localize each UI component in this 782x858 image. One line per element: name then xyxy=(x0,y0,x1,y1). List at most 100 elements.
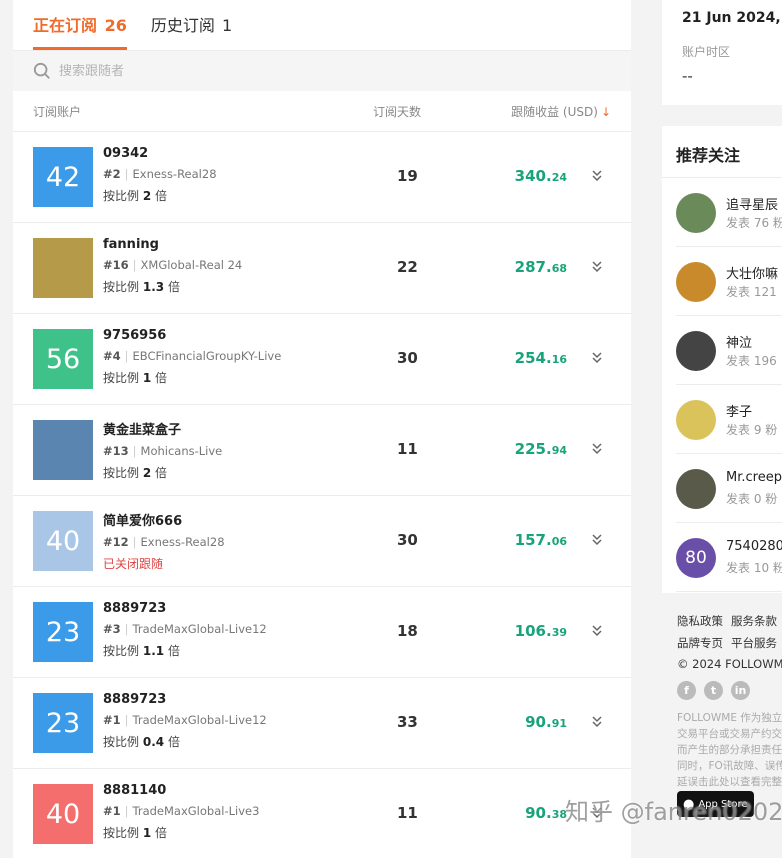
subscription-days: 22 xyxy=(397,258,418,276)
account-rank: #4 xyxy=(103,349,121,363)
twitter-icon[interactable]: t xyxy=(704,681,723,700)
services-link[interactable]: 平台服务 xyxy=(731,636,777,650)
search-input[interactable] xyxy=(59,63,359,79)
recommend-name[interactable]: 神泣 xyxy=(726,332,752,351)
avatar[interactable] xyxy=(676,193,716,233)
brand-link[interactable]: 品牌专页 xyxy=(677,636,723,650)
privacy-link[interactable]: 隐私政策 xyxy=(677,614,723,628)
ratio-value: 1 xyxy=(142,371,152,385)
server-name: Exness-Real28 xyxy=(132,167,217,181)
avatar[interactable] xyxy=(33,238,93,298)
account-name[interactable]: fanning xyxy=(103,237,242,252)
ratio-label: 按比例 xyxy=(103,189,140,203)
recommend-item[interactable]: 追寻星辰 发表 76 粉 xyxy=(676,178,782,247)
footer-links-row-2: 品牌专页 平台服务 xyxy=(677,635,782,651)
subscription-days: 19 xyxy=(397,167,418,185)
header-profit-sort[interactable]: 跟随收益 (USD) ↓ xyxy=(511,103,611,120)
table-row[interactable]: 40 8881140 #1 | TradeMaxGlobal-Live3 按比例 1… xyxy=(13,769,631,858)
avatar[interactable]: 56 xyxy=(33,329,93,389)
profit-integer: 157. xyxy=(514,531,552,549)
terms-link[interactable]: 服务条款 xyxy=(731,614,777,628)
recommend-item[interactable]: 80 7540280 发表 10 粉 xyxy=(676,523,782,592)
search-icon xyxy=(33,62,50,79)
avatar[interactable] xyxy=(676,400,716,440)
server-name: Exness-Real28 xyxy=(140,535,225,549)
avatar[interactable] xyxy=(676,469,716,509)
recommend-stats: 发表 10 粉 xyxy=(726,561,782,575)
account-name[interactable]: 黄金韭菜盒子 xyxy=(103,419,222,438)
divider: | xyxy=(124,804,129,818)
double-chevron-down-icon[interactable] xyxy=(591,350,603,364)
subscription-days: 11 xyxy=(397,440,418,458)
avatar[interactable]: 23 xyxy=(33,602,93,662)
facebook-icon[interactable]: f xyxy=(677,681,696,700)
table-row[interactable]: 40 简单爱你666 #12 | Exness-Real28 已关闭跟随 30 15… xyxy=(13,496,631,587)
table-row[interactable]: 23 8889723 #3 | TradeMaxGlobal-Live12 按比例 … xyxy=(13,587,631,678)
account-info: 8889723 #1 | TradeMaxGlobal-Live12 按比例 0.4… xyxy=(103,692,267,750)
avatar[interactable] xyxy=(33,420,93,480)
divider: | xyxy=(132,535,137,549)
header-profit-label: 跟随收益 (USD) xyxy=(511,104,598,119)
recommend-name[interactable]: 追寻星辰 xyxy=(726,194,778,213)
account-server: #12 | Exness-Real28 xyxy=(103,535,225,549)
double-chevron-down-icon[interactable] xyxy=(591,532,603,546)
account-name[interactable]: 简单爱你666 xyxy=(103,510,225,529)
recommend-name[interactable]: 李子 xyxy=(726,401,752,420)
table-row[interactable]: 42 09342 #2 | Exness-Real28 按比例 2 倍 19 340… xyxy=(13,132,631,223)
ratio-value: 1.3 xyxy=(142,280,165,294)
recommend-stats: 发表 0 粉 xyxy=(726,492,778,506)
account-info: 8889723 #3 | TradeMaxGlobal-Live12 按比例 1.1… xyxy=(103,601,267,659)
recommend-name[interactable]: 大壮你嘛 xyxy=(726,263,778,282)
account-name[interactable]: 8889723 xyxy=(103,601,267,616)
tab-active-subscriptions[interactable]: 正在订阅 26 xyxy=(33,12,127,50)
recommend-item[interactable]: 大壮你嘛 发表 121 xyxy=(676,247,782,316)
tab-history-subscriptions[interactable]: 历史订阅 1 xyxy=(151,12,232,50)
account-rank: #3 xyxy=(103,622,121,636)
account-name[interactable]: 8881140 xyxy=(103,783,259,798)
table-row[interactable]: 黄金韭菜盒子 #13 | Mohicans-Live 按比例 2 倍 11 225.… xyxy=(13,405,631,496)
follow-profit: 90.91 xyxy=(525,713,567,731)
account-name[interactable]: 8889723 xyxy=(103,692,267,707)
recommend-name[interactable]: 7540280 xyxy=(726,539,782,554)
double-chevron-down-icon[interactable] xyxy=(591,259,603,273)
table-row[interactable]: 23 8889723 #1 | TradeMaxGlobal-Live12 按比例 … xyxy=(13,678,631,769)
recommend-stats: 发表 196 xyxy=(726,354,777,368)
ratio-text: 按比例 1 倍 xyxy=(103,824,259,841)
profit-integer: 254. xyxy=(514,349,552,367)
recommend-item[interactable]: 李子 发表 9 粉 xyxy=(676,385,782,454)
account-info: 09342 #2 | Exness-Real28 按比例 2 倍 xyxy=(103,146,217,204)
avatar[interactable]: 80 xyxy=(676,538,716,578)
recommend-item[interactable]: 神泣 发表 196 xyxy=(676,316,782,385)
divider: | xyxy=(124,713,129,727)
avatar[interactable] xyxy=(676,262,716,302)
avatar[interactable]: 23 xyxy=(33,693,93,753)
recommend-item[interactable]: Mr.creep 发表 0 粉 xyxy=(676,454,782,523)
avatar[interactable]: 40 xyxy=(33,784,93,844)
avatar[interactable]: 42 xyxy=(33,147,93,207)
linkedin-icon[interactable]: in xyxy=(731,681,750,700)
double-chevron-down-icon[interactable] xyxy=(591,623,603,637)
watermark: 知乎 @fanren0202 xyxy=(565,798,782,826)
double-chevron-down-icon[interactable] xyxy=(591,441,603,455)
table-row[interactable]: 56 9756956 #4 | EBCFinancialGroupKY-Live 按… xyxy=(13,314,631,405)
double-chevron-down-icon[interactable] xyxy=(591,714,603,728)
account-name[interactable]: 09342 xyxy=(103,146,217,161)
avatar[interactable] xyxy=(676,331,716,371)
server-name: Mohicans-Live xyxy=(140,444,223,458)
avatar-text: 23 xyxy=(45,616,81,648)
account-name[interactable]: 9756956 xyxy=(103,328,281,343)
recommend-name[interactable]: Mr.creep xyxy=(726,470,782,485)
ratio-text: 按比例 1.1 倍 xyxy=(103,642,267,659)
account-info: 黄金韭菜盒子 #13 | Mohicans-Live 按比例 2 倍 xyxy=(103,419,222,481)
subscription-days: 30 xyxy=(397,349,418,367)
avatar-text: 40 xyxy=(45,525,81,557)
double-chevron-down-icon[interactable] xyxy=(591,168,603,182)
server-name: TradeMaxGlobal-Live12 xyxy=(132,622,267,636)
profit-decimal: 68 xyxy=(551,262,567,275)
tab-label: 正在订阅 xyxy=(33,16,98,35)
ratio-unit: 倍 xyxy=(167,644,180,658)
avatar[interactable]: 40 xyxy=(33,511,93,571)
ratio-label: 按比例 xyxy=(103,466,140,480)
recommend-card: 推荐关注 追寻星辰 发表 76 粉 大壮你嘛 发表 121 神泣 发表 196 … xyxy=(662,126,782,593)
table-row[interactable]: fanning #16 | XMGlobal-Real 24 按比例 1.3 倍 2… xyxy=(13,223,631,314)
